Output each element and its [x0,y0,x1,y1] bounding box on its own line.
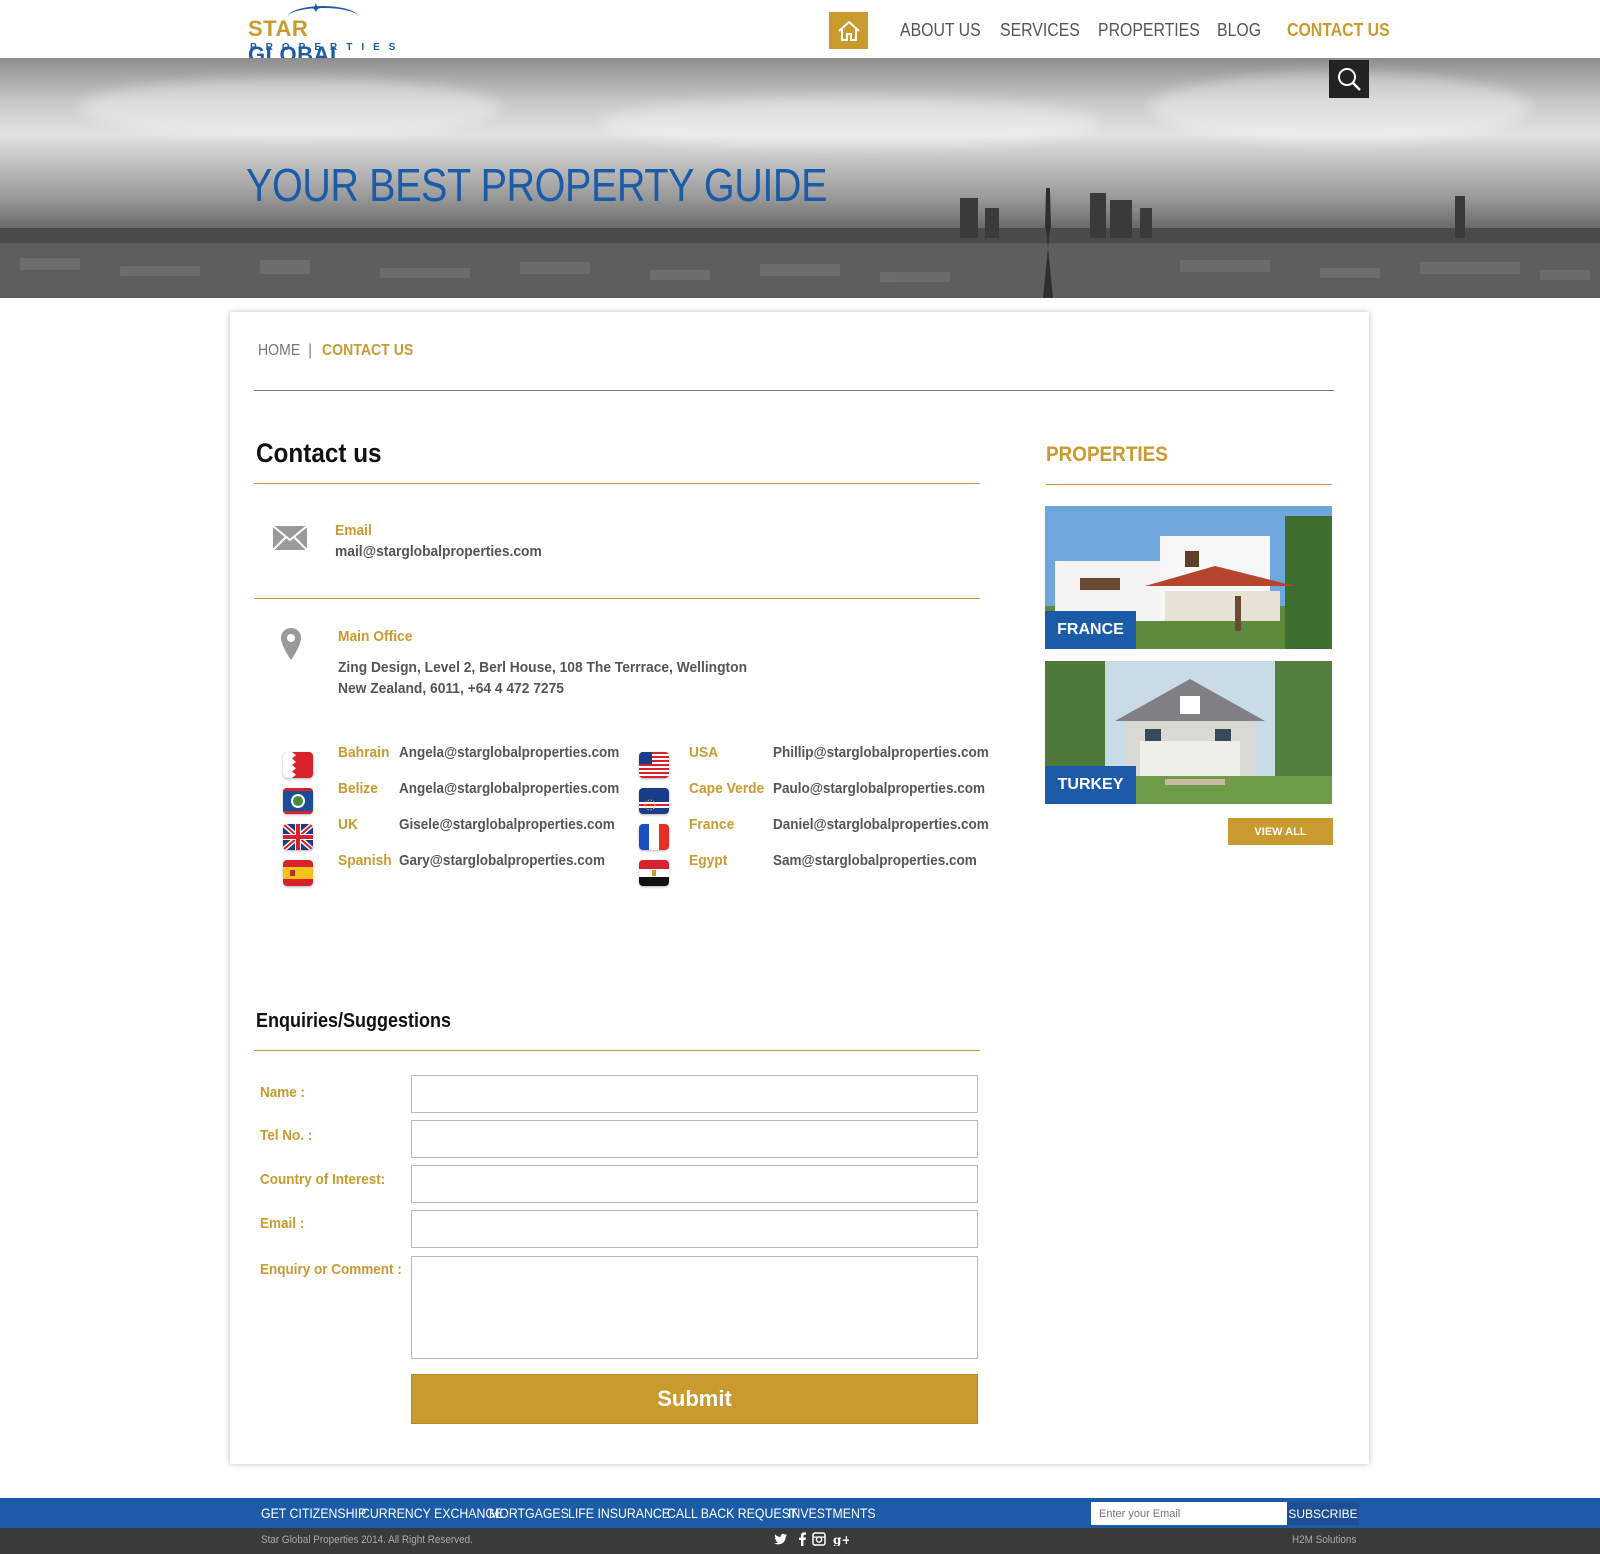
footer-bottom-bar: Star Global Properties 2014. All Right R… [0,1528,1600,1554]
twitter-icon[interactable] [774,1532,788,1549]
country-egypt: Egypt [689,852,728,869]
usa-flag-icon [639,752,669,778]
breadcrumb-divider [254,390,1334,391]
footer-link-get-citizenship[interactable]: GET CITIZENSHIP [261,1505,366,1521]
enquiries-title: Enquiries/Suggestions [256,1010,452,1032]
footer-link-mortgages[interactable]: MORTGAGES [489,1505,569,1521]
email-cape-verde[interactable]: Paulo@starglobalproperties.com [773,780,985,797]
country-belize: Belize [338,780,378,797]
nav-about-us[interactable]: ABOUT US [900,20,981,41]
search-button[interactable] [1329,60,1369,98]
logo[interactable]: ✦ STAR GLOBAL PROPERTIES [248,0,408,67]
credit-text[interactable]: H2M Solutions [1292,1534,1356,1546]
email-egypt[interactable]: Sam@starglobalproperties.com [773,852,977,869]
comment-label: Enquiry or Comment : [260,1261,402,1278]
enquiries-divider [254,1050,980,1051]
nav-contact-us[interactable]: CONTACT US [1287,20,1390,41]
country-france: France [689,816,735,833]
name-label: Name : [260,1084,306,1101]
country-bahrain: Bahrain [338,744,390,761]
form-email-label: Email : [260,1215,305,1232]
location-pin-icon [280,627,302,666]
form-email-input[interactable] [411,1210,978,1248]
site-header: ✦ STAR GLOBAL PROPERTIES ABOUT US SERVIC… [0,0,1600,67]
property-card-france[interactable]: FRANCE [1045,506,1332,649]
email-value[interactable]: mail@starglobalproperties.com [335,543,542,560]
uk-flag-icon [283,824,313,850]
property-tag-turkey: TURKEY [1045,766,1136,804]
bahrain-flag-icon [283,752,313,778]
contact-divider [254,483,980,484]
breadcrumb-current: CONTACT US [322,342,414,359]
hero-title: YOUR BEST PROPERTY GUIDE [246,159,828,211]
country-cape-verde: Cape Verde [689,780,765,797]
email-divider [254,598,980,599]
france-flag-icon [639,824,669,850]
belize-flag-icon [283,788,313,814]
country-spanish: Spanish [338,852,392,869]
email-france[interactable]: Daniel@starglobalproperties.com [773,816,989,833]
facebook-icon[interactable] [797,1532,807,1549]
office-address-line1: Zing Design, Level 2, Berl House, 108 Th… [338,659,748,676]
nav-home-button[interactable] [829,12,868,49]
content-card: HOME | CONTACT US Contact us Email mail@… [230,312,1369,1464]
email-bahrain[interactable]: Angela@starglobalproperties.com [399,744,619,761]
google-plus-icon[interactable]: g+ [833,1532,851,1549]
office-address-line2: New Zealand, 6011, +64 4 472 7275 [338,680,564,697]
email-uk[interactable]: Gisele@starglobalproperties.com [399,816,615,833]
properties-title: PROPERTIES [1046,443,1168,466]
submit-button[interactable]: Submit [411,1374,978,1424]
property-tag-france: FRANCE [1045,611,1136,649]
nav-blog[interactable]: BLOG [1217,20,1261,41]
spain-flag-icon [283,860,313,886]
footer-link-currency-exchange[interactable]: CURRENCY EXCHANGE [361,1505,503,1521]
footer-link-life-insurance[interactable]: LIFE INSURANCE [568,1505,670,1521]
tel-input[interactable] [411,1120,978,1158]
subscribe-email-input[interactable] [1091,1502,1287,1525]
footer-links-bar: GET CITIZENSHIP CURRENCY EXCHANGE MORTGA… [0,1498,1600,1528]
breadcrumb: HOME | CONTACT US [258,342,426,360]
breadcrumb-separator: | [308,342,313,359]
copyright-text: Star Global Properties 2014. All Right R… [261,1534,473,1546]
hero-banner: YOUR BEST PROPERTY GUIDE [0,58,1600,298]
email-belize[interactable]: Angela@starglobalproperties.com [399,780,619,797]
country-uk: UK [338,816,358,833]
properties-divider [1046,484,1332,485]
nav-services[interactable]: SERVICES [1000,20,1080,41]
tel-label: Tel No. : [260,1127,313,1144]
nav-properties[interactable]: PROPERTIES [1098,20,1200,41]
country-input[interactable] [411,1165,978,1203]
comment-textarea[interactable] [411,1256,978,1359]
egypt-flag-icon [639,860,669,886]
contact-title: Contact us [256,438,382,468]
property-card-turkey[interactable]: TURKEY [1045,661,1332,804]
search-icon [1338,68,1361,91]
footer-link-investments[interactable]: INVESTMENTS [788,1505,876,1521]
name-input[interactable] [411,1075,978,1113]
email-usa[interactable]: Phillip@starglobalproperties.com [773,744,989,761]
instagram-icon[interactable] [812,1532,826,1549]
country-usa: USA [689,744,719,761]
cape-verde-flag-icon [639,788,669,814]
email-label: Email [335,522,372,539]
home-icon [837,20,860,41]
footer-link-call-back-request[interactable]: CALL BACK REQUEST [667,1505,797,1521]
subscribe-button[interactable]: SUBSCRIBE [1287,1502,1359,1525]
email-icon [272,525,308,556]
view-all-button[interactable]: VIEW ALL [1228,818,1333,845]
office-label: Main Office [338,628,413,645]
breadcrumb-home[interactable]: HOME [258,342,300,360]
logo-star-icon: ✦ [310,0,322,16]
svg-text:g+: g+ [833,1533,849,1546]
logo-subtitle: PROPERTIES [250,42,405,53]
country-label: Country of Interest: [260,1171,386,1188]
email-spanish[interactable]: Gary@starglobalproperties.com [399,852,605,869]
